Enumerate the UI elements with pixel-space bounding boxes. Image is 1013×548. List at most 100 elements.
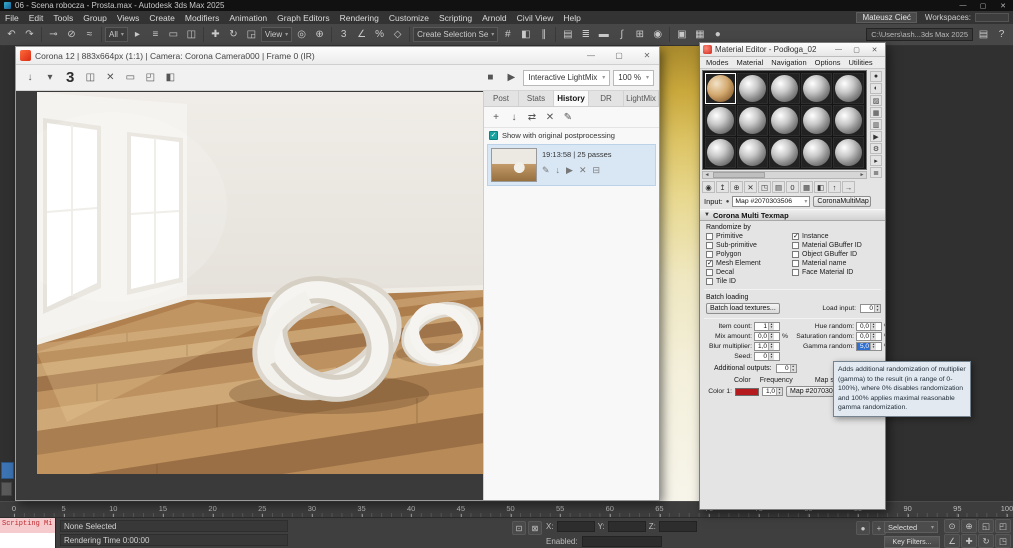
duplicate-to-new-window-icon[interactable]: ◫ bbox=[81, 69, 99, 87]
param-field-blur-multiplier-spinner[interactable]: ▴▾ bbox=[768, 343, 774, 350]
select-and-rotate-icon[interactable]: ↻ bbox=[225, 26, 242, 43]
randomize-mesh-element-checkbox[interactable]: ✓ bbox=[706, 260, 713, 267]
timeline-label-50[interactable]: 50 bbox=[506, 504, 514, 513]
render-production-icon[interactable]: ● bbox=[709, 26, 726, 43]
timeline-label-65[interactable]: 65 bbox=[655, 504, 663, 513]
named-selection-sets-icon[interactable]: # bbox=[499, 26, 516, 43]
param-field-saturation-random-spin-down[interactable]: ▾ bbox=[871, 336, 876, 339]
me-minimize-button[interactable]: — bbox=[831, 44, 846, 56]
unlink-selection-icon[interactable]: ⊘ bbox=[63, 26, 80, 43]
me-menu-options[interactable]: Options bbox=[811, 58, 845, 67]
scroll-left-icon[interactable]: ◄ bbox=[703, 172, 711, 178]
backlight-icon[interactable]: ◐ bbox=[870, 83, 882, 94]
get-material-icon[interactable]: ◉ bbox=[702, 181, 715, 193]
param-field-saturation-random[interactable]: 0,0▴▾ bbox=[856, 332, 882, 341]
history-entry[interactable]: 19:13:58 | 25 passes ✎↓▶✕⊟ bbox=[487, 144, 656, 186]
timeline-label-60[interactable]: 60 bbox=[606, 504, 614, 513]
put-to-library-icon[interactable]: ▤ bbox=[772, 181, 785, 193]
randomize-material-name[interactable]: Material name bbox=[792, 259, 862, 268]
field-of-view-icon[interactable]: ∠ bbox=[944, 534, 960, 548]
timeline-label-10[interactable]: 10 bbox=[109, 504, 117, 513]
me-menu-material[interactable]: Material bbox=[733, 58, 768, 67]
menu-views[interactable]: Views bbox=[112, 11, 145, 24]
me-menu-modes[interactable]: Modes bbox=[702, 58, 733, 67]
load-entry-icon[interactable]: ▶ bbox=[566, 165, 573, 176]
material-editor-icon[interactable]: ◉ bbox=[649, 26, 666, 43]
sample-type-icon[interactable]: ● bbox=[870, 71, 882, 82]
additional-outputs-field-spinner[interactable]: ▴▾ bbox=[790, 365, 796, 372]
randomize-material-gbuffer-id-checkbox[interactable] bbox=[792, 242, 799, 249]
menu-modifiers[interactable]: Modifiers bbox=[180, 11, 224, 24]
auto-key-icon[interactable]: ● bbox=[856, 521, 870, 535]
enabled-field[interactable] bbox=[582, 536, 662, 547]
menu-civil-view[interactable]: Civil View bbox=[512, 11, 559, 24]
vfb-title-bar[interactable]: Corona 12 | 883x664px (1:1) | Camera: Co… bbox=[16, 47, 659, 65]
render-setup-icon[interactable]: ▣ bbox=[673, 26, 690, 43]
use-pivot-center-icon[interactable]: ◎ bbox=[293, 26, 310, 43]
coord-field-z[interactable] bbox=[659, 521, 697, 532]
menu-tools[interactable]: Tools bbox=[48, 11, 78, 24]
timeline-label-30[interactable]: 30 bbox=[308, 504, 316, 513]
render-image[interactable] bbox=[37, 92, 484, 474]
material-slot-6[interactable] bbox=[705, 105, 736, 136]
zoom-dropdown[interactable]: 100 % ▾ bbox=[613, 70, 654, 86]
make-preview-icon[interactable]: ▶ bbox=[870, 131, 882, 142]
randomize-primitive[interactable]: Primitive bbox=[706, 232, 792, 241]
selection-region-icon[interactable]: ▭ bbox=[165, 26, 182, 43]
percent-snap-icon[interactable]: % bbox=[371, 26, 388, 43]
color1-swatch[interactable] bbox=[735, 388, 759, 396]
timeline-label-15[interactable]: 15 bbox=[159, 504, 167, 513]
note-icon[interactable]: ✎ bbox=[560, 109, 576, 125]
assign-to-selection-icon[interactable]: ⊕ bbox=[730, 181, 743, 193]
toggle-scene-explorer-icon[interactable]: ▤ bbox=[559, 26, 576, 43]
undo-icon[interactable]: ↶ bbox=[3, 26, 20, 43]
vfb-close-button[interactable]: ✕ bbox=[635, 47, 659, 64]
go-forward-icon[interactable]: → bbox=[842, 181, 855, 193]
param-field-seed-spin-down[interactable]: ▾ bbox=[769, 356, 774, 359]
param-field-seed-spinner[interactable]: ▴▾ bbox=[768, 353, 774, 360]
timeline-label-5[interactable]: 5 bbox=[62, 504, 66, 513]
load-input-field-spinner[interactable]: ▴▾ bbox=[874, 305, 880, 312]
me-menu-navigation[interactable]: Navigation bbox=[767, 58, 810, 67]
vfb-minimize-button[interactable]: — bbox=[579, 47, 603, 64]
orbit-icon[interactable]: ↻ bbox=[978, 534, 994, 548]
save-image-icon[interactable]: ↓ bbox=[21, 69, 39, 87]
isolate-selection-icon[interactable]: ⊡ bbox=[512, 521, 526, 535]
ab-compare-icon[interactable]: ◧ bbox=[161, 69, 179, 87]
menu-create[interactable]: Create bbox=[144, 11, 180, 24]
zoom-icon[interactable]: ⊙ bbox=[944, 519, 960, 533]
select-by-name-icon[interactable]: ≡ bbox=[147, 26, 164, 43]
delete-entry-icon[interactable]: ⊟ bbox=[593, 165, 601, 176]
me-maximize-button[interactable]: ▢ bbox=[849, 44, 864, 56]
load-input-field[interactable]: 0▴▾ bbox=[860, 304, 881, 313]
sample-uv-tiling-icon[interactable]: ▦ bbox=[870, 107, 882, 118]
material-slot-4[interactable] bbox=[801, 73, 832, 104]
randomize-material-name-checkbox[interactable] bbox=[792, 260, 799, 267]
param-field-item-count-spin-down[interactable]: ▾ bbox=[769, 326, 774, 329]
timeline-label-95[interactable]: 95 bbox=[953, 504, 961, 513]
color1-frequency-field-spin-down[interactable]: ▾ bbox=[777, 392, 782, 395]
me-menu-utilities[interactable]: Utilities bbox=[845, 58, 877, 67]
macro-recorder-pane[interactable]: Scripting Mi bbox=[0, 518, 55, 533]
color1-frequency-field[interactable]: 1,0▴▾ bbox=[762, 387, 783, 396]
add-snapshot-icon[interactable]: + bbox=[488, 109, 504, 125]
selection-filter-dropdown[interactable]: All▾ bbox=[105, 27, 128, 42]
param-field-blur-multiplier[interactable]: 1,0▴▾ bbox=[754, 342, 780, 351]
timeline-label-90[interactable]: 90 bbox=[904, 504, 912, 513]
material-slot-15[interactable] bbox=[833, 137, 864, 168]
param-field-hue-random-spinner[interactable]: ▴▾ bbox=[870, 323, 876, 330]
compare-snapshots-icon[interactable]: ⇄ bbox=[524, 109, 540, 125]
menu-group[interactable]: Group bbox=[78, 11, 112, 24]
maximize-viewport-icon[interactable]: ◳ bbox=[995, 534, 1011, 548]
material-slot-7[interactable] bbox=[737, 105, 768, 136]
scroll-right-icon[interactable]: ► bbox=[858, 172, 866, 178]
save-snapshot-icon[interactable]: ↓ bbox=[506, 109, 522, 125]
param-field-gamma-random-spinner[interactable]: ▴▾ bbox=[870, 343, 876, 350]
batch-load-textures-button[interactable]: Batch load textures... bbox=[706, 303, 780, 314]
zoom-extents-all-icon[interactable]: ◰ bbox=[995, 519, 1011, 533]
material-slot-5[interactable] bbox=[833, 73, 864, 104]
randomize-instance[interactable]: ✓Instance bbox=[792, 232, 862, 241]
vfb-tab-post[interactable]: Post bbox=[484, 91, 519, 106]
randomize-tile-id-checkbox[interactable] bbox=[706, 278, 713, 285]
put-to-scene-icon[interactable]: ↥ bbox=[716, 181, 729, 193]
